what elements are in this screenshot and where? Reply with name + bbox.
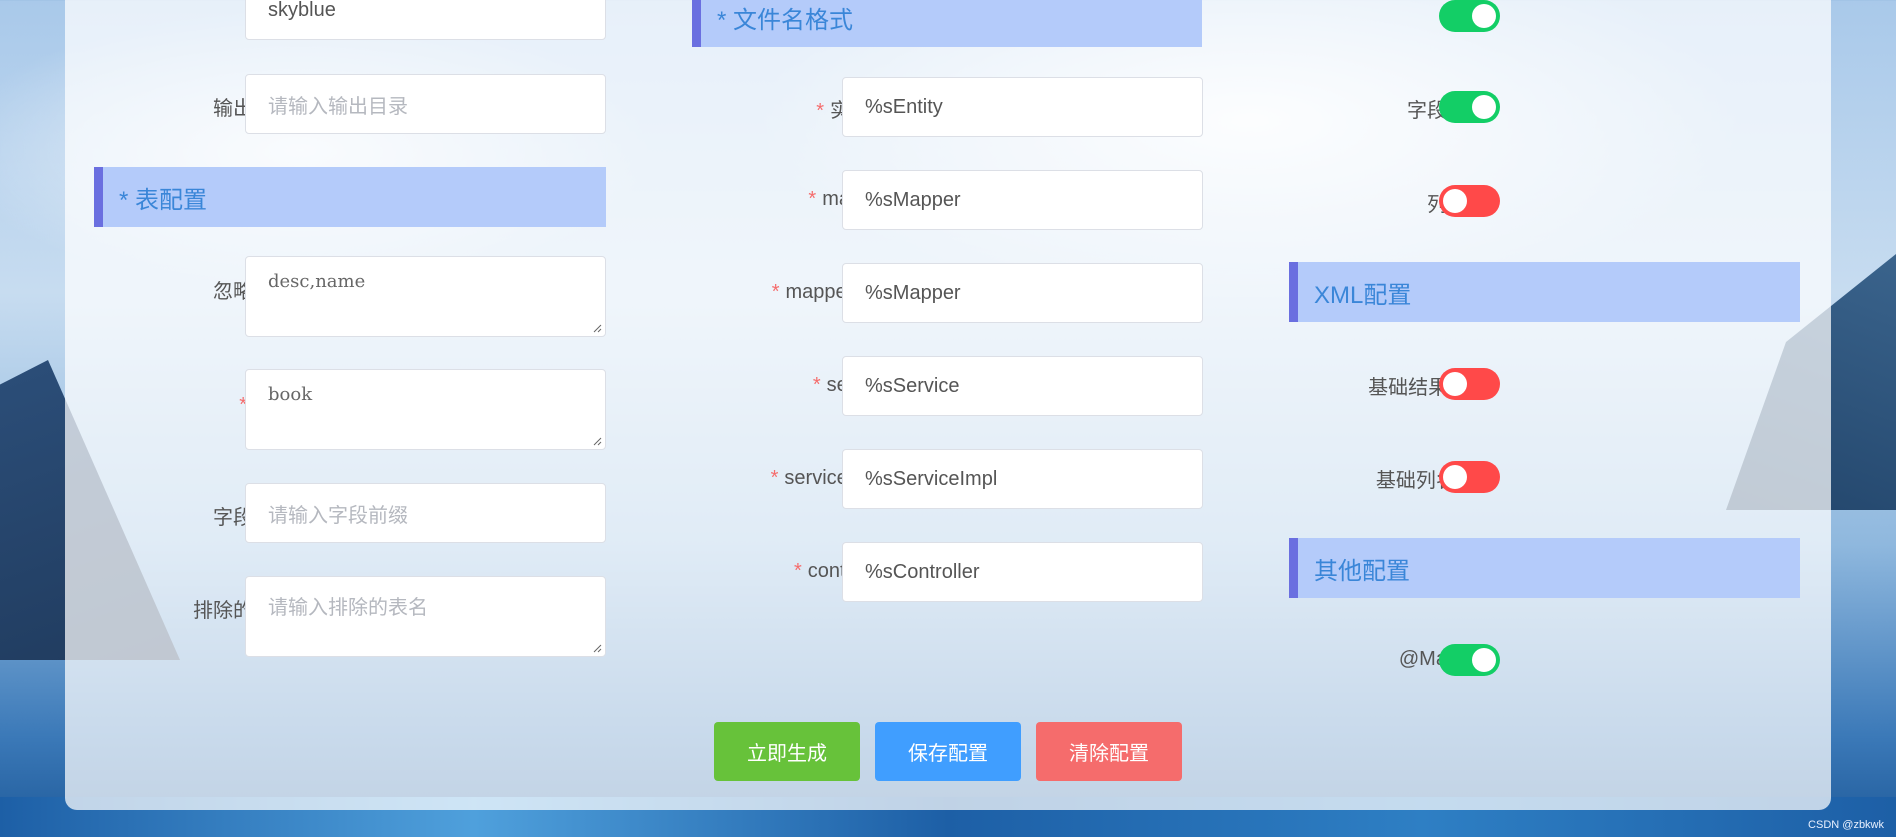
field-prefix-input[interactable]: 请输入字段前缀 — [245, 483, 606, 543]
base-column-list-switch[interactable] — [1439, 461, 1500, 493]
chain-switch[interactable] — [1439, 0, 1500, 32]
resize-handle-icon[interactable] — [592, 436, 602, 446]
save-config-button[interactable]: 保存配置 — [875, 722, 1021, 781]
service-impl-input[interactable]: %sServiceImpl — [842, 449, 1203, 509]
clear-config-button[interactable]: 清除配置 — [1036, 722, 1182, 781]
xml-config-section: XML配置 — [1289, 262, 1800, 322]
exclude-tables-placeholder: 请输入排除的表名 — [268, 597, 428, 619]
column-constant-switch[interactable] — [1439, 185, 1500, 217]
table-name-textarea[interactable]: book — [245, 369, 606, 450]
author-input[interactable]: skyblue — [245, 0, 606, 40]
watermark: CSDN @zbkwk — [1808, 819, 1884, 831]
ignore-fields-value: desc,name — [268, 271, 366, 292]
ignore-fields-textarea[interactable]: desc,name — [245, 256, 606, 337]
resize-handle-icon[interactable] — [592, 643, 602, 653]
mapper-annotation-switch[interactable] — [1439, 644, 1500, 676]
base-result-map-switch[interactable] — [1439, 368, 1500, 400]
other-config-section: 其他配置 — [1289, 538, 1800, 598]
config-panel: 作者 skyblue 输出目录 请输入输出目录 * 表配置 忽略字段 desc,… — [65, 0, 1831, 810]
generate-button[interactable]: 立即生成 — [714, 722, 860, 781]
filename-format-section: * 文件名格式 — [692, 0, 1202, 47]
mapper-input[interactable]: %sMapper — [842, 170, 1203, 230]
controller-input[interactable]: %sController — [842, 542, 1203, 602]
exclude-tables-textarea[interactable]: 请输入排除的表名 — [245, 576, 606, 657]
field-annotation-switch[interactable] — [1439, 91, 1500, 123]
output-dir-input[interactable]: 请输入输出目录 — [245, 74, 606, 134]
entity-input[interactable]: %sEntity — [842, 77, 1203, 137]
service-input[interactable]: %sService — [842, 356, 1203, 416]
mapper-xml-input[interactable]: %sMapper — [842, 263, 1203, 323]
table-config-section: * 表配置 — [94, 167, 606, 227]
table-name-value: book — [268, 384, 313, 405]
resize-handle-icon[interactable] — [592, 323, 602, 333]
